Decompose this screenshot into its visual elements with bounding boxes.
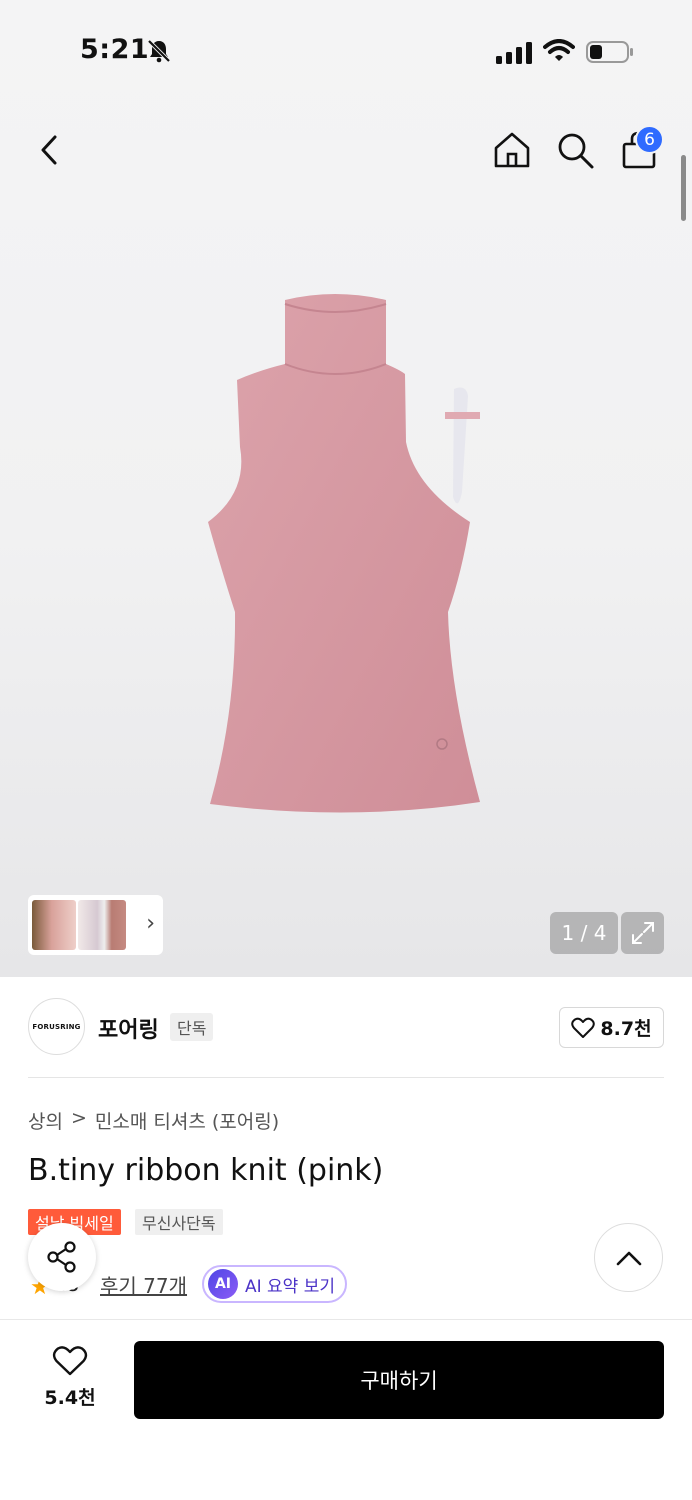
brand-logo-text: FORUSRING <box>32 1022 81 1031</box>
chevron-right-icon: › <box>146 911 155 936</box>
home-button[interactable] <box>490 128 534 172</box>
breadcrumb-category[interactable]: 상의 <box>28 1107 63 1134</box>
exclusive-tag: 무신사단독 <box>135 1209 223 1235</box>
back-button[interactable] <box>27 128 71 172</box>
bell-muted-icon <box>147 39 171 63</box>
search-icon <box>558 133 594 169</box>
heart-icon <box>52 1346 88 1376</box>
cart-count-badge: 6 <box>635 125 664 154</box>
scroll-top-button[interactable] <box>594 1223 663 1292</box>
brand-exclusive-tag: 단독 <box>170 1013 214 1041</box>
divider <box>28 1077 664 1078</box>
thumbnail-model[interactable] <box>32 900 76 950</box>
home-icon <box>494 132 530 168</box>
wishlist-button[interactable]: 5.4천 <box>30 1345 110 1415</box>
share-button[interactable] <box>28 1223 96 1291</box>
brand-like-count: 8.7천 <box>600 1018 652 1040</box>
battery-icon <box>586 41 633 63</box>
search-button[interactable] <box>553 128 597 172</box>
product-image[interactable] <box>200 292 500 822</box>
brand-logo[interactable]: FORUSRING <box>28 998 85 1055</box>
ai-summary-label: AI 요약 보기 <box>245 1276 336 1297</box>
breadcrumb: 상의 > 민소매 티셔츠 (포어링) <box>28 1107 279 1134</box>
brand-like-button[interactable]: 8.7천 <box>559 1007 664 1048</box>
chevron-left-icon <box>41 135 57 165</box>
reviews-link[interactable]: 후기 77개 <box>100 1270 187 1299</box>
image-counter: 1 / 4 <box>550 912 618 954</box>
expand-button[interactable] <box>621 912 664 954</box>
wifi-icon <box>543 39 575 61</box>
heart-icon <box>571 1017 596 1038</box>
cellular-signal-icon <box>496 42 532 64</box>
ai-icon: AI <box>208 1269 238 1299</box>
share-icon <box>47 1241 76 1273</box>
ai-summary-button[interactable]: AI AI 요약 보기 <box>202 1265 348 1303</box>
scrollbar[interactable] <box>681 155 686 221</box>
buy-button[interactable]: 구매하기 <box>134 1341 664 1419</box>
wishlist-count: 5.4천 <box>44 1387 96 1409</box>
thumbnail-strip[interactable]: › <box>28 895 163 955</box>
expand-icon <box>631 922 654 944</box>
chevron-up-icon <box>616 1251 641 1265</box>
thumbnail-set[interactable] <box>78 900 126 950</box>
breadcrumb-subcategory[interactable]: 민소매 티셔츠 (포어링) <box>95 1107 279 1134</box>
breadcrumb-separator: > <box>70 1107 87 1129</box>
status-time: 5:21 <box>80 34 150 65</box>
product-title: B.tiny ribbon knit (pink) <box>28 1153 384 1188</box>
brand-name[interactable]: 포어링 <box>98 1012 159 1044</box>
